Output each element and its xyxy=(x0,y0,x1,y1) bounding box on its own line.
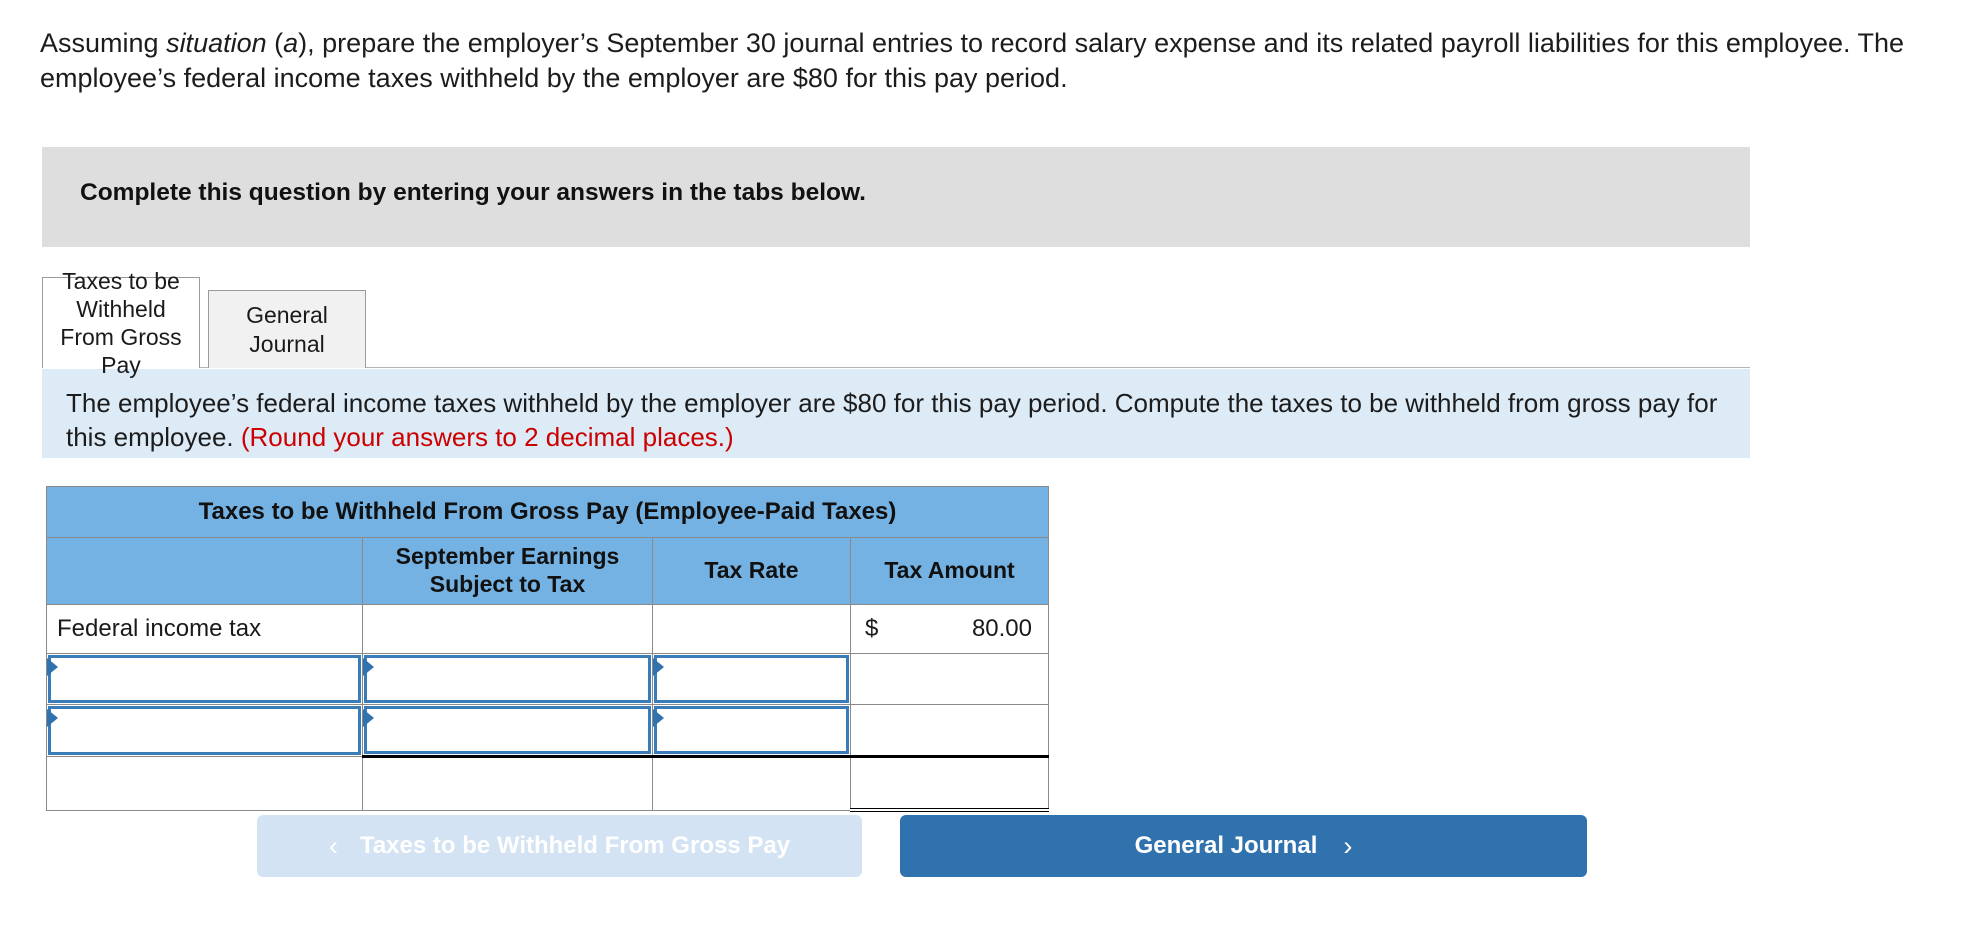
question-page: Assuming situation (a), prepare the empl… xyxy=(0,0,1978,940)
total-cell-rate xyxy=(652,755,851,811)
dropdown-cell-earnings-row3[interactable] xyxy=(362,704,653,757)
tab-general-journal[interactable]: General Journal xyxy=(208,290,366,368)
dropdown-box[interactable] xyxy=(48,706,361,755)
taxes-table: Taxes to be Withheld From Gross Pay (Emp… xyxy=(46,486,1049,812)
column-header-tax-amount: Tax Amount xyxy=(850,537,1049,605)
dropdown-triangle-icon xyxy=(653,709,664,727)
dropdown-triangle-icon xyxy=(363,658,374,676)
prompt-italic-a: a xyxy=(283,28,299,58)
instruction-band: Complete this question by entering your … xyxy=(42,147,1750,247)
dropdown-box[interactable] xyxy=(48,655,361,703)
column-header-september-earnings: September Earnings Subject to Tax xyxy=(362,537,653,605)
instruction-band-text: Complete this question by entering your … xyxy=(80,179,866,206)
info-band-text: The employee’s federal income taxes with… xyxy=(66,386,1736,455)
prev-tab-button-label: Taxes to be Withheld From Gross Pay xyxy=(359,832,791,859)
dropdown-cell-label-row2[interactable] xyxy=(46,653,363,705)
prompt-italic-situation: situation xyxy=(166,28,267,58)
dropdown-triangle-icon xyxy=(47,658,58,676)
dropdown-cell-rate-row3[interactable] xyxy=(652,704,851,757)
amount-value: 80.00 xyxy=(971,615,1032,642)
cell-amount-federal-income-tax: $ 80.00 xyxy=(850,604,1049,654)
column-header-september-earnings-line1: September Earnings xyxy=(395,543,620,570)
table-row xyxy=(46,653,1049,705)
dropdown-cell-label-row3[interactable] xyxy=(46,704,363,757)
dropdown-triangle-icon xyxy=(653,658,664,676)
row-label-federal-income-tax: Federal income tax xyxy=(46,604,363,654)
table-total-row xyxy=(46,755,1049,812)
tab-taxes-to-be-withheld[interactable]: Taxes to be Withheld From Gross Pay xyxy=(42,268,200,378)
cell-earnings-federal-income-tax[interactable] xyxy=(362,604,653,654)
cell-amount-row2[interactable] xyxy=(850,653,1049,705)
prompt-part-3: ), prepare the employer’s September 30 j… xyxy=(40,28,1905,93)
total-cell-amount xyxy=(850,755,1049,812)
prev-tab-button[interactable]: ‹ Taxes to be Withheld From Gross Pay xyxy=(257,815,862,877)
dropdown-box[interactable] xyxy=(364,655,651,703)
table-row xyxy=(46,704,1049,757)
dropdown-box[interactable] xyxy=(654,706,849,754)
cell-amount-row3[interactable] xyxy=(850,704,1049,757)
table-title: Taxes to be Withheld From Gross Pay (Emp… xyxy=(46,486,1049,538)
column-header-tax-rate: Tax Rate xyxy=(652,537,851,605)
next-tab-button-label: General Journal xyxy=(1134,832,1318,859)
prompt-part-1: Assuming xyxy=(40,28,167,58)
question-prompt: Assuming situation (a), prepare the empl… xyxy=(40,26,1940,95)
chevron-right-icon: › xyxy=(1343,830,1353,861)
dropdown-cell-earnings-row2[interactable] xyxy=(362,653,653,705)
info-band: The employee’s federal income taxes with… xyxy=(42,369,1750,458)
currency-symbol: $ xyxy=(865,615,879,642)
next-tab-button[interactable]: General Journal › xyxy=(900,815,1587,877)
tab-list: Taxes to be Withheld From Gross Pay Gene… xyxy=(42,268,366,378)
column-header-september-earnings-line2: Subject to Tax xyxy=(429,571,586,597)
table-title-row: Taxes to be Withheld From Gross Pay (Emp… xyxy=(46,486,1049,538)
column-header-blank xyxy=(46,537,363,605)
tab-strip: Taxes to be Withheld From Gross Pay Gene… xyxy=(42,268,1750,378)
total-cell-label xyxy=(46,756,363,811)
prompt-part-2: ( xyxy=(266,28,284,58)
table-row: Federal income tax $ 80.00 xyxy=(46,604,1049,654)
dropdown-triangle-icon xyxy=(363,709,374,727)
total-cell-earnings xyxy=(362,755,653,811)
tab-taxes-to-be-withheld-label: Taxes to be Withheld From Gross Pay xyxy=(60,267,182,379)
dropdown-cell-rate-row2[interactable] xyxy=(652,653,851,705)
info-band-hint: (Round your answers to 2 decimal places.… xyxy=(240,422,734,453)
dropdown-box[interactable] xyxy=(364,706,651,754)
table-header-row: September Earnings Subject to Tax Tax Ra… xyxy=(46,537,1049,605)
dropdown-box[interactable] xyxy=(654,655,849,703)
tab-general-journal-label: General Journal xyxy=(246,302,328,357)
chevron-left-icon: ‹ xyxy=(328,830,338,861)
cell-rate-federal-income-tax[interactable] xyxy=(652,604,851,654)
dropdown-triangle-icon xyxy=(47,709,58,727)
taxes-table-wrapper: Taxes to be Withheld From Gross Pay (Emp… xyxy=(46,486,1049,812)
